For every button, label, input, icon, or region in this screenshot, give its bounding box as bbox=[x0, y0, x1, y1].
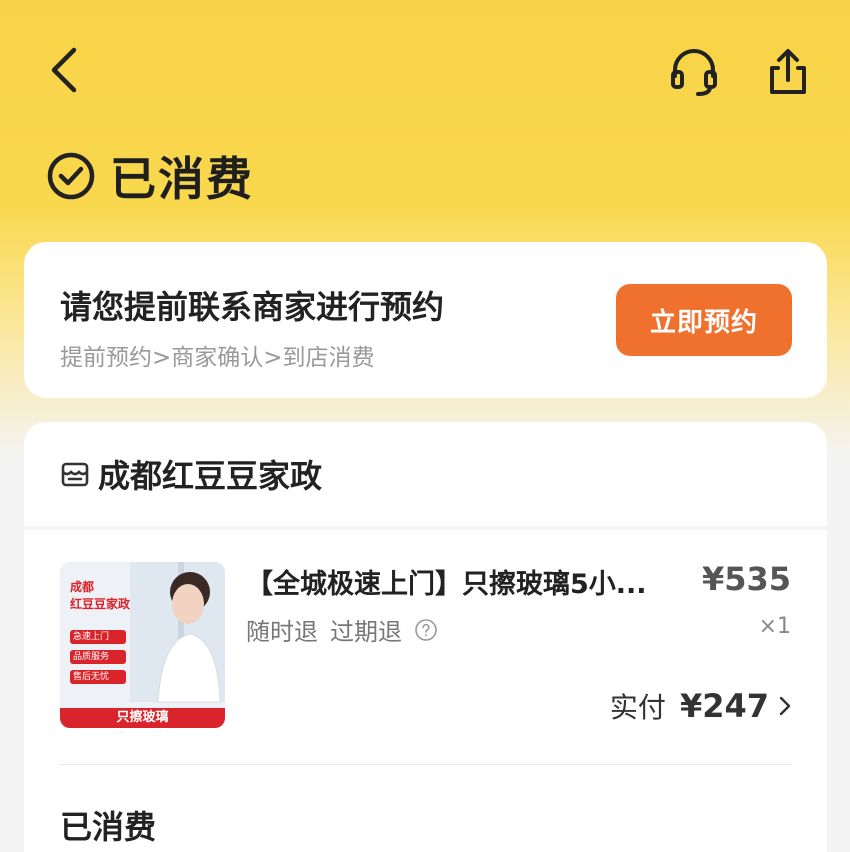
paid-amount-row[interactable]: 实付 ¥247 bbox=[610, 686, 795, 726]
top-nav bbox=[0, 40, 850, 104]
headset-icon bbox=[671, 49, 717, 96]
refund-tag-anytime: 随时退 bbox=[246, 618, 318, 646]
back-button[interactable] bbox=[40, 40, 90, 100]
paid-amount: ¥247 bbox=[679, 687, 769, 725]
product-image-city: 成都 bbox=[70, 580, 95, 594]
book-now-button[interactable]: 立即预约 bbox=[616, 284, 792, 356]
divider bbox=[60, 764, 792, 765]
product-image[interactable]: 成都 红豆豆家政 急速上门 品质服务 售后无忧 只擦玻璃 bbox=[60, 562, 225, 728]
product-price: ¥535 bbox=[701, 560, 791, 598]
shop-name: 成都红豆豆家政 bbox=[98, 457, 323, 495]
product-tags: 随时退 过期退 bbox=[246, 612, 438, 647]
booking-steps: 提前预约>商家确认>到店消费 bbox=[60, 345, 375, 371]
check-circle-icon bbox=[47, 152, 95, 200]
status-title: 已消费 bbox=[110, 152, 254, 206]
store-icon bbox=[61, 462, 89, 487]
chevron-left-icon bbox=[51, 47, 77, 93]
order-status: 已消费 bbox=[46, 146, 254, 206]
order-card: 成都红豆豆家政 成都 红豆豆家政 急速上门 品质服务 售后无忧 只擦玻璃 【全城… bbox=[24, 422, 827, 852]
product-title[interactable]: 【全城极速上门】只擦玻璃5小... bbox=[246, 562, 656, 601]
product-image-banner: 只擦玻璃 bbox=[116, 710, 169, 725]
product-image-feature-3: 售后无忧 bbox=[70, 670, 126, 684]
question-circle-icon[interactable] bbox=[414, 618, 438, 642]
consumption-status-heading: 已消费 bbox=[60, 808, 157, 846]
customer-service-button[interactable] bbox=[666, 44, 722, 100]
chevron-right-icon bbox=[779, 696, 791, 716]
shop-header[interactable]: 成都红豆豆家政 bbox=[60, 452, 322, 496]
share-icon bbox=[770, 49, 806, 94]
booking-title: 请您提前联系商家进行预约 bbox=[60, 288, 445, 326]
product-quantity: ×1 bbox=[758, 614, 791, 639]
product-image-brand: 红豆豆家政 bbox=[70, 597, 131, 611]
booking-card: 请您提前联系商家进行预约 提前预约>商家确认>到店消费 立即预约 bbox=[24, 242, 827, 398]
refund-tag-expired: 过期退 bbox=[330, 618, 402, 646]
product-image-feature-1: 急速上门 bbox=[70, 630, 126, 644]
divider bbox=[24, 526, 827, 530]
paid-label: 实付 bbox=[609, 691, 666, 724]
share-button[interactable] bbox=[760, 44, 816, 100]
product-image-feature-2: 品质服务 bbox=[70, 650, 126, 664]
